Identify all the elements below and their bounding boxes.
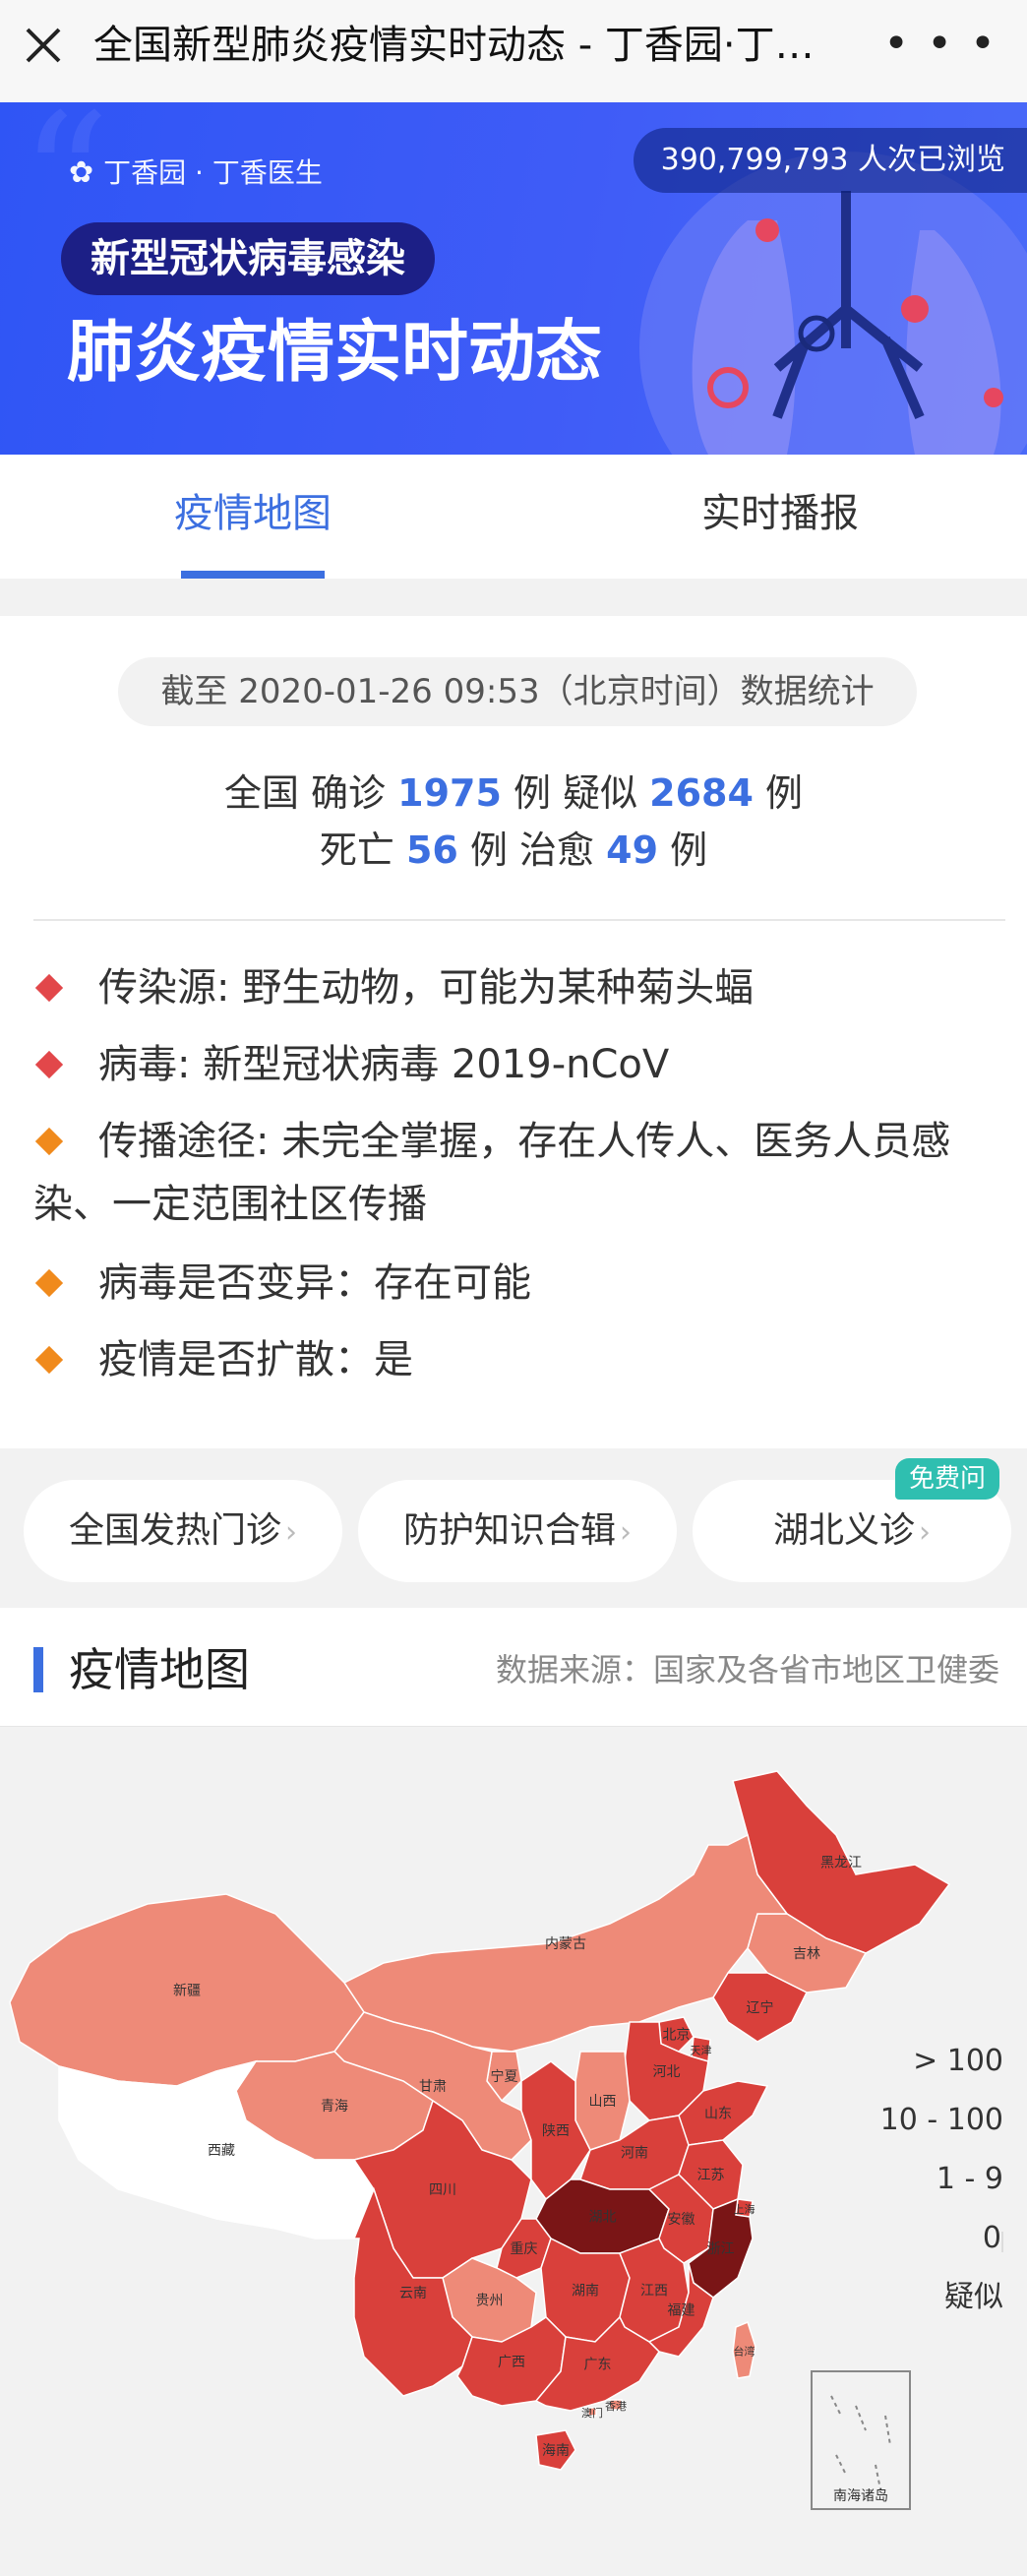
province-label: 吉林 xyxy=(793,1946,820,1962)
province-label: 宁夏 xyxy=(491,2068,518,2085)
summary-card: 截至 2020-01-26 09:53（北京时间）数据统计 全国 确诊 1975… xyxy=(0,616,1027,1448)
province-label: 辽宁 xyxy=(747,1999,774,2016)
epidemic-map[interactable]: 南海诸岛 黑龙江吉林辽宁 内蒙古新疆北京 天津 河北山西山东 宁夏甘肃青海陕西河南江苏 西… xyxy=(0,1727,1027,2556)
province-label: 湖北 xyxy=(589,2210,617,2226)
province-label: 天津 xyxy=(691,2045,712,2057)
tab-epidemic-map[interactable]: 疫情地图 xyxy=(120,455,386,579)
chevron-right-icon: › xyxy=(285,1515,297,1550)
suspected-count: 2684 xyxy=(649,771,754,815)
brand-logo: ✿ 丁香园 · 丁香医生 xyxy=(69,155,323,190)
province-label: 广东 xyxy=(584,2358,612,2373)
province-label: 贵州 xyxy=(476,2294,504,2309)
fever-clinic-button[interactable]: 全国发热门诊 › xyxy=(24,1480,342,1582)
legend-item: 0 xyxy=(982,2221,1003,2255)
more-icon[interactable]: • • • xyxy=(883,23,997,66)
province-label: 江西 xyxy=(640,2284,668,2300)
province-label: 重庆 xyxy=(511,2241,538,2257)
death-count: 56 xyxy=(405,828,458,872)
province-label: 四川 xyxy=(429,2182,456,2198)
stats-line-2: 死亡 56 例 治愈 49 例 xyxy=(319,828,708,872)
banner-pill: 新型冠状病毒感染 xyxy=(61,222,435,295)
province-label: 西藏 xyxy=(208,2143,235,2159)
tab-underline xyxy=(181,571,325,579)
chevron-right-icon: › xyxy=(620,1515,632,1550)
tab-bar: 疫情地图 实时播报 xyxy=(0,455,1027,579)
confirmed-count: 1975 xyxy=(397,771,502,815)
banner-headline: 肺炎疫情实时动态 xyxy=(67,314,603,392)
province-label: 江苏 xyxy=(697,2168,725,2183)
section-title: 疫情地图 xyxy=(69,1643,250,1696)
province-label: 云南 xyxy=(399,2286,427,2301)
view-count: 390,799,793 人次已浏览 xyxy=(633,128,1027,193)
province-label: 台湾 xyxy=(734,2345,755,2359)
china-map[interactable]: 南海诸岛 黑龙江吉林辽宁 内蒙古新疆北京天津河北山西山东 宁夏甘肃青海陕西河南江苏 西… xyxy=(0,1727,1027,2556)
quick-links: 全国发热门诊 › 防护知识合辑 › 湖北义诊 › 免费问 xyxy=(0,1448,1027,1608)
hero-banner: “ 390,799,793 人次已浏览 ✿ 丁香园 · 丁香医生 新型冠状病毒感染… xyxy=(0,102,1027,455)
province-label: 澳门 xyxy=(581,2406,603,2420)
page-title: 全国新型肺炎疫情实时动态 - 丁香园·丁… xyxy=(93,23,815,68)
province-label: 广西 xyxy=(498,2355,525,2370)
top-bar: 全国新型肺炎疫情实时动态 - 丁香园·丁… • • • xyxy=(0,0,1027,103)
province-label: 福建 xyxy=(668,2303,695,2319)
province-label: 青海 xyxy=(321,2099,348,2115)
province-label: 海南 xyxy=(542,2443,570,2459)
province-label: 甘肃 xyxy=(419,2079,447,2095)
province-label: 陕西 xyxy=(542,2123,570,2139)
inset-label: 南海诸岛 xyxy=(833,2488,888,2504)
province-label: 内蒙古 xyxy=(545,1936,586,1952)
province-label: 山西 xyxy=(589,2094,617,2110)
map-section-header: 疫情地图 数据来源：国家及各省市地区卫健委 xyxy=(0,1608,1027,1727)
province-label: 浙江 xyxy=(707,2241,735,2257)
section-accent-bar xyxy=(33,1647,43,1692)
legend-item: 10 - 100 xyxy=(879,2103,1003,2137)
free-badge: 免费问 xyxy=(894,1458,999,1500)
province-label: 香港 xyxy=(605,2400,627,2413)
legend-item: > 100 xyxy=(913,2044,1003,2078)
province-label: 山东 xyxy=(704,2107,732,2122)
province-label: 黑龙江 xyxy=(820,1856,862,1871)
legend-item: 1 - 9 xyxy=(936,2162,1003,2196)
close-icon[interactable] xyxy=(20,22,67,69)
tab-live-news[interactable]: 实时播报 xyxy=(647,455,913,579)
data-timestamp: 截至 2020-01-26 09:53（北京时间）数据统计 xyxy=(118,657,917,726)
province-label: 河南 xyxy=(621,2146,648,2162)
legend-swatch xyxy=(1001,2232,1003,2252)
flower-icon: ✿ xyxy=(69,155,94,190)
legend-item: 疑似 xyxy=(944,2280,1003,2314)
province-label: 北京 xyxy=(663,2028,691,2044)
data-source: 数据来源：国家及各省市地区卫健委 xyxy=(495,1651,999,1688)
divider xyxy=(33,919,1005,921)
chevron-right-icon: › xyxy=(919,1515,931,1550)
province-label: 安徽 xyxy=(668,2212,695,2228)
province-label: 河北 xyxy=(653,2064,681,2080)
province-label: 湖南 xyxy=(572,2284,599,2300)
protection-guide-button[interactable]: 防护知识合辑 › xyxy=(358,1480,677,1582)
cured-count: 49 xyxy=(606,828,659,872)
stats-line-1: 全国 确诊 1975 例 疑似 2684 例 xyxy=(223,771,804,815)
province-label: 新疆 xyxy=(173,1984,201,1999)
province-label: 上海 xyxy=(734,2202,755,2216)
